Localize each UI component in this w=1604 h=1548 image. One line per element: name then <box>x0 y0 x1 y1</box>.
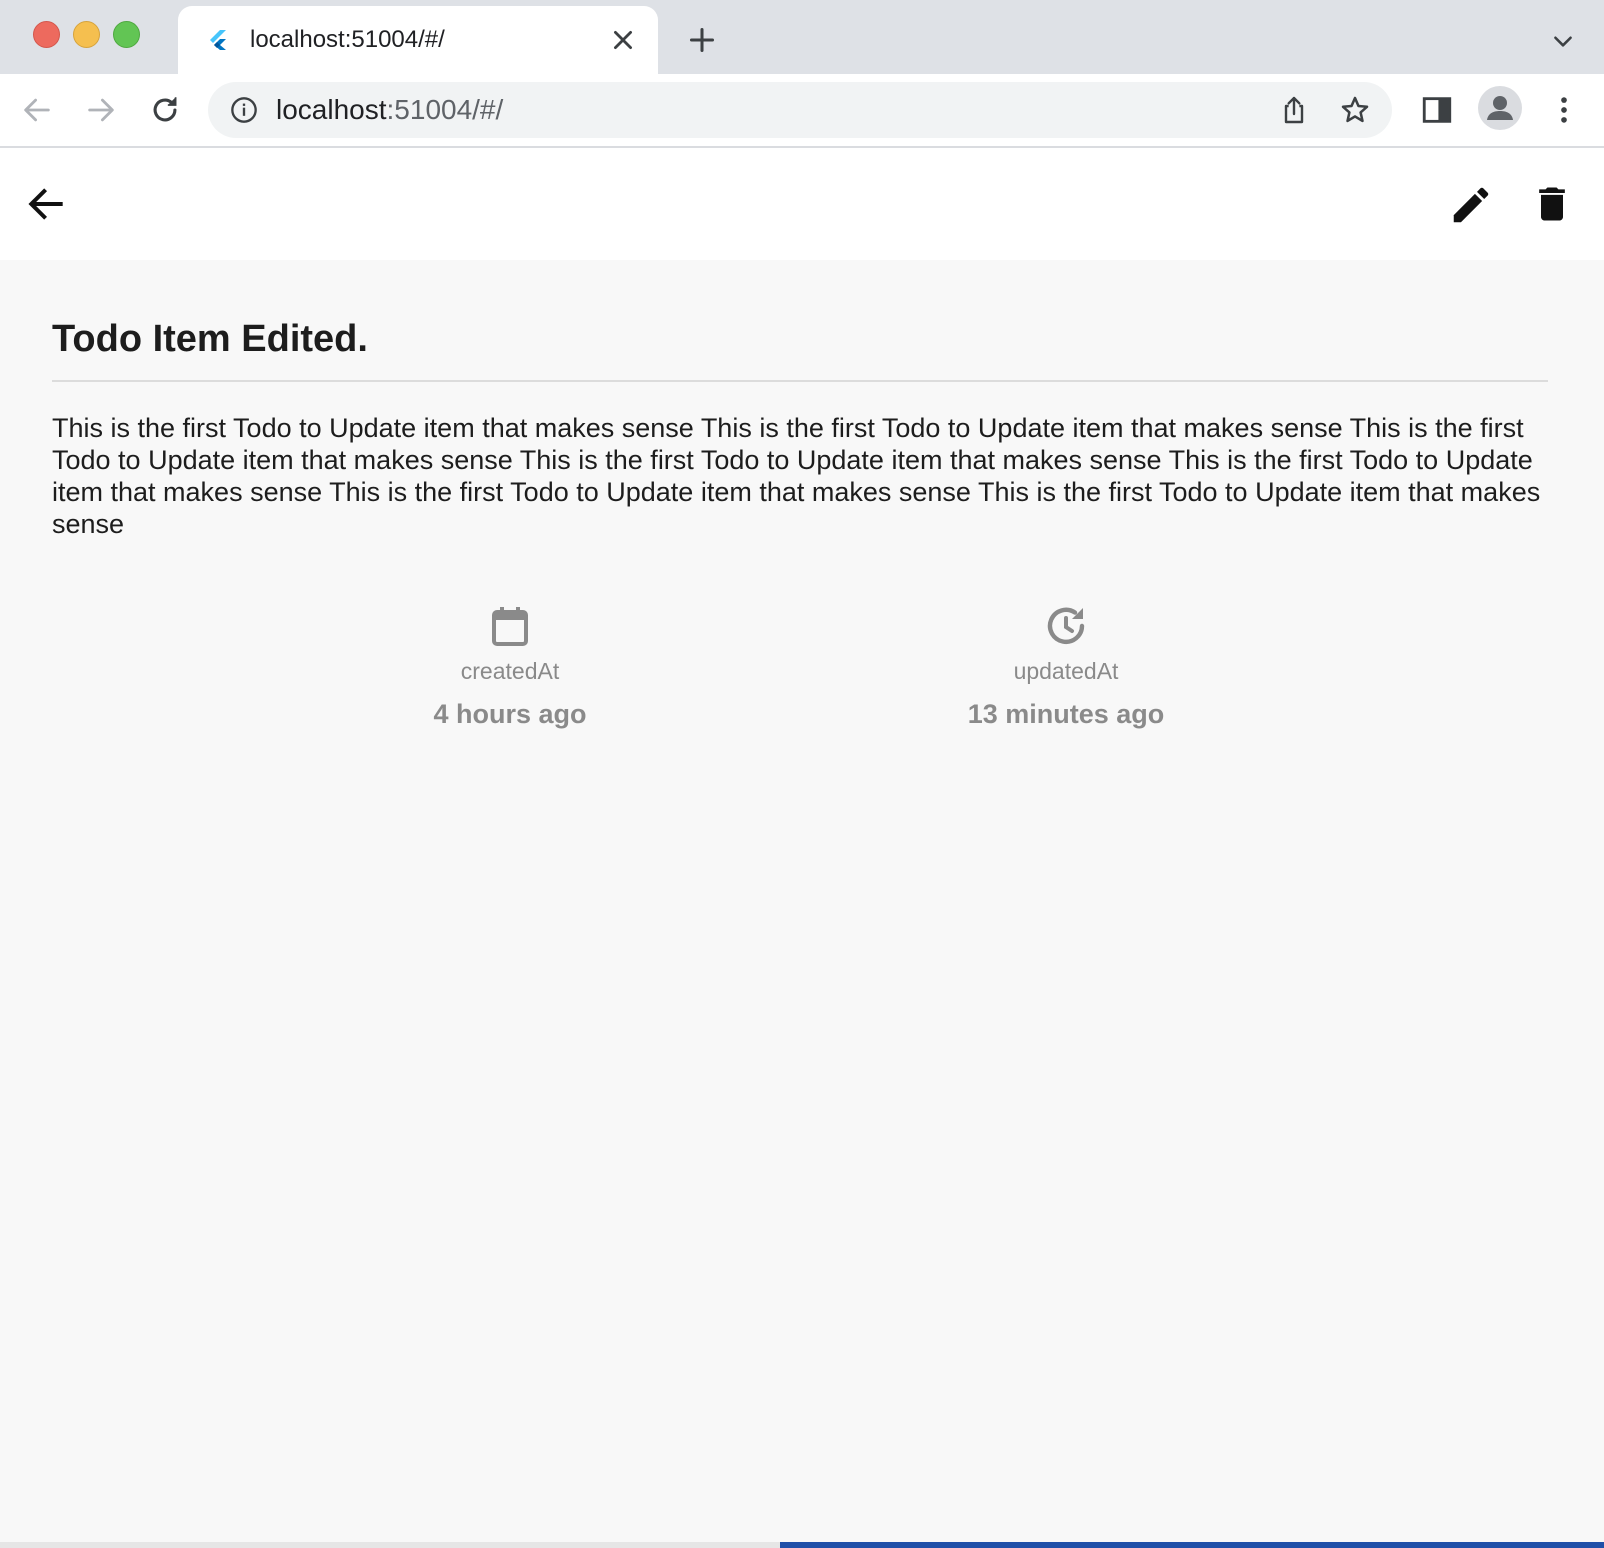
reload-icon[interactable] <box>148 93 182 127</box>
back-arrow-icon[interactable] <box>24 182 68 226</box>
address-bar[interactable]: localhost:51004/#/ <box>208 82 1392 138</box>
bookmark-star-icon[interactable] <box>1339 94 1371 126</box>
browser-toolbar: localhost:51004/#/ <box>0 74 1604 148</box>
share-icon[interactable] <box>1278 94 1310 126</box>
new-tab-icon[interactable] <box>688 26 716 54</box>
todo-description: This is the first Todo to Update item th… <box>52 413 1541 539</box>
tab-title: localhost:51004/#/ <box>250 26 445 53</box>
updated-at-info: updatedAt 13 minutes ago <box>916 602 1216 730</box>
close-window-button[interactable] <box>33 21 60 48</box>
more-vert-icon[interactable] <box>1547 93 1581 127</box>
taskbar-accent <box>780 1542 1604 1548</box>
back-arrow-icon[interactable] <box>20 93 54 127</box>
person-icon <box>1487 96 1513 120</box>
side-panel-icon[interactable] <box>1420 93 1454 127</box>
maximize-window-button[interactable] <box>113 21 140 48</box>
info-icon[interactable] <box>230 96 258 124</box>
calendar-icon <box>492 607 528 646</box>
delete-trash-icon[interactable] <box>1530 182 1574 226</box>
divider <box>52 380 1548 382</box>
chevron-down-icon[interactable] <box>1550 28 1576 54</box>
browser-tab[interactable]: localhost:51004/#/ <box>178 6 658 74</box>
browser-window: localhost:51004/#/ localhost:51004/#/ To… <box>0 0 1604 1542</box>
tab-strip: localhost:51004/#/ <box>0 0 1604 74</box>
edit-pencil-icon[interactable] <box>1448 182 1494 228</box>
updated-at-value: 13 minutes ago <box>967 699 1165 729</box>
update-clock-icon <box>1047 607 1085 644</box>
todo-title: Todo Item Edited. <box>52 318 368 360</box>
desktop-taskbar-edge <box>0 1542 1604 1548</box>
profile-avatar[interactable] <box>1478 86 1522 130</box>
close-tab-icon[interactable] <box>610 27 636 53</box>
flutter-icon <box>210 30 226 50</box>
forward-arrow-icon[interactable] <box>84 93 118 127</box>
url-text[interactable]: localhost:51004/#/ <box>276 94 503 126</box>
app-bar <box>0 148 1604 260</box>
created-at-value: 4 hours ago <box>433 699 587 729</box>
minimize-window-button[interactable] <box>73 21 100 48</box>
created-at-label: createdAt <box>460 658 560 684</box>
updated-at-label: updatedAt <box>1013 658 1119 684</box>
created-at-info: createdAt 4 hours ago <box>360 602 660 730</box>
